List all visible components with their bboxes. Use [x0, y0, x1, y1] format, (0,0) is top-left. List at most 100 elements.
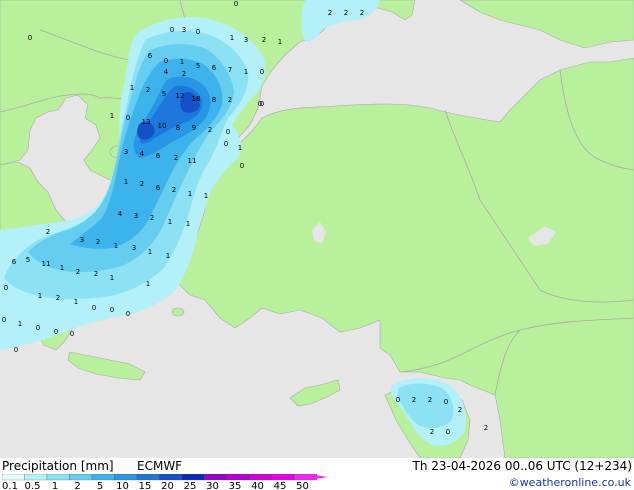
- color-scale-tick-label: 2: [74, 481, 80, 490]
- precip-value: 1: [74, 298, 78, 306]
- precip-value: 0: [446, 428, 450, 436]
- precip-value: 0: [4, 284, 8, 292]
- precip-value: 4: [164, 68, 169, 76]
- color-scale-swatch: [114, 474, 138, 481]
- precip-value: 1: [148, 248, 152, 256]
- precip-value: 1: [204, 192, 208, 200]
- precip-value: 1: [124, 178, 128, 186]
- precip-value: 1: [244, 68, 248, 76]
- credit-link[interactable]: ©weatheronline.co.uk: [509, 476, 631, 489]
- precip-value: 2: [150, 214, 154, 222]
- precip-value: 0: [164, 57, 168, 65]
- precip-value: 6: [212, 64, 217, 72]
- precip-value: 0: [28, 34, 32, 42]
- precip-value: 2: [96, 238, 100, 246]
- precip-value: 0: [70, 330, 74, 338]
- precip-value: 1: [146, 280, 150, 288]
- precip-value: 1: [110, 112, 114, 120]
- precip-value: 0: [444, 398, 448, 406]
- color-scale-tick-label: 20: [161, 481, 174, 490]
- color-scale-arrow: [308, 474, 328, 480]
- precip-value: 0: [396, 396, 400, 404]
- precip-value: 9: [192, 124, 196, 132]
- precip-value: 1: [168, 218, 172, 226]
- precip-value: 1: [238, 144, 242, 152]
- precip-value: 0: [2, 316, 6, 324]
- precip-value: 1: [278, 38, 282, 46]
- color-scale-swatch: [69, 474, 93, 481]
- precip-value: 2: [428, 396, 432, 404]
- precip-value: 5: [196, 62, 200, 70]
- color-scale-swatch: [204, 474, 228, 481]
- legend-title: Precipitation [mm]: [2, 459, 114, 473]
- precip-value: 4: [118, 210, 123, 218]
- precip-value: 1: [180, 58, 184, 66]
- precip-value: 6: [156, 152, 161, 160]
- color-scale-swatch: [226, 474, 250, 481]
- precip-value: 2: [46, 228, 50, 236]
- precip-value: 5: [162, 90, 166, 98]
- precip-value: 0: [258, 100, 262, 108]
- color-scale-swatch: [24, 474, 48, 481]
- precip-value: 11: [188, 157, 197, 165]
- color-scale-tick-label: 25: [184, 481, 197, 490]
- precip-value: 2: [328, 9, 332, 17]
- color-scale-tick-label: 35: [229, 481, 242, 490]
- precip-value: 1: [38, 292, 42, 300]
- valid-time: Th 23-04-2026 00..06 UTC (12+234): [412, 459, 632, 473]
- color-scale-tick-label: 10: [116, 481, 129, 490]
- color-scale-swatch: [249, 474, 273, 481]
- color-scale-tick-label: 40: [251, 481, 264, 490]
- precip-value: 6: [148, 52, 153, 60]
- precip-value: 7: [228, 66, 232, 74]
- color-scale-swatch: [271, 474, 295, 481]
- precip-value: 0: [224, 140, 228, 148]
- precip-value: 2: [182, 70, 186, 78]
- color-scale-tick-label: 30: [206, 481, 219, 490]
- precip-value: 1: [186, 220, 190, 228]
- precip-value: 3: [182, 26, 186, 34]
- precip-value: 0: [226, 128, 230, 136]
- precip-value: 0: [234, 0, 238, 8]
- precip-value: 3: [134, 212, 138, 220]
- precip-value: 2: [94, 270, 98, 278]
- precip-value: 8: [176, 124, 180, 132]
- precip-value: 13: [142, 118, 151, 126]
- precip-value: 3: [132, 244, 136, 252]
- precip-value: 2: [140, 180, 144, 188]
- precip-value: 1: [18, 320, 22, 328]
- precip-value: 2: [430, 428, 434, 436]
- precip-value: 1: [110, 274, 114, 282]
- precip-value: 0: [126, 310, 130, 318]
- color-scale-swatches: [2, 474, 318, 481]
- precip-value: 2: [458, 406, 462, 414]
- precip-value: 2: [56, 294, 60, 302]
- precip-value: 2: [228, 96, 232, 104]
- precip-value: 5: [26, 256, 30, 264]
- precip-value: 1: [166, 252, 170, 260]
- model-name: ECMWF: [137, 459, 183, 473]
- precip-value: 8: [212, 96, 216, 104]
- precip-value: 0: [110, 306, 114, 314]
- precip-value: 18: [192, 95, 201, 103]
- precip-value: 6: [12, 258, 17, 266]
- precip-value: 12: [176, 92, 185, 100]
- precip-value: 0: [170, 26, 174, 34]
- precip-value: 2: [146, 86, 150, 94]
- precip-value: 0: [196, 28, 200, 36]
- precip-value: 2: [208, 126, 212, 134]
- color-scale-swatch: [91, 474, 115, 481]
- precip-value: 3: [124, 148, 128, 156]
- precip-value: 0: [260, 68, 264, 76]
- precip-value: 2: [76, 268, 80, 276]
- precip-value: 0: [240, 162, 244, 170]
- precip-value: 2: [412, 396, 416, 404]
- precip-value: 2: [262, 36, 266, 44]
- color-scale-tick-label: 0.5: [25, 481, 41, 490]
- color-scale: 0.1 0.5 1 2 5 10 15 20 25 30 35 40 45 50: [2, 474, 328, 490]
- precip-value: 1: [188, 190, 192, 198]
- color-scale-swatch: [181, 474, 205, 481]
- color-scale-ticks: 0.1 0.5 1 2 5 10 15 20 25 30 35 40 45 50: [2, 481, 309, 490]
- precip-value: 10: [158, 122, 167, 130]
- precip-value: 1: [60, 264, 64, 272]
